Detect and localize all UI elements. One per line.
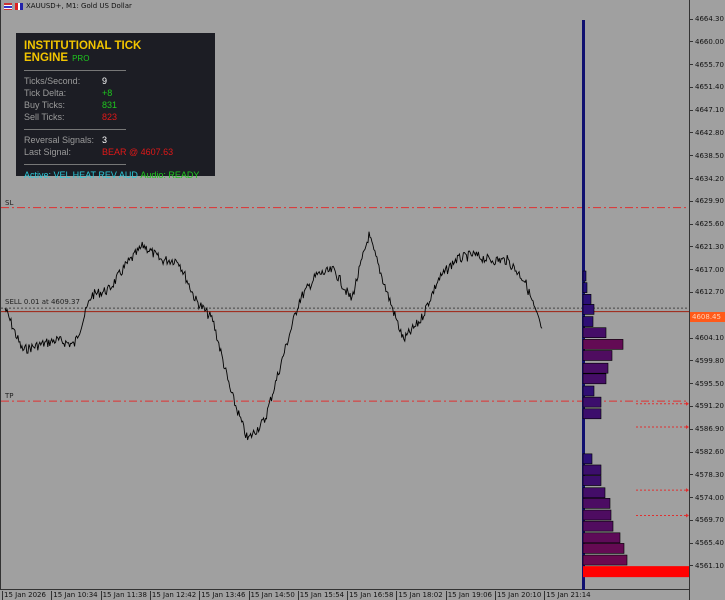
price-tick: 4660.00 — [690, 38, 724, 46]
price-tick: 4565.40 — [690, 539, 724, 547]
volume-bar — [582, 487, 606, 499]
volume-bar — [582, 385, 595, 397]
volume-bar — [582, 453, 593, 465]
volume-bar — [582, 362, 609, 374]
price-axis[interactable]: 4664.30 4660.00 4655.70 4651.40 4647.10 4642.… — [689, 0, 725, 600]
time-tick: 15 Jan 19:06 — [445, 591, 493, 600]
stat-label: Ticks/Second: — [24, 76, 81, 86]
price-tick: 4647.10 — [690, 106, 724, 114]
volume-bar — [582, 475, 602, 486]
price-tick: 4612.70 — [690, 288, 724, 296]
reversal-signals-value: 3 — [102, 135, 108, 145]
sl-label: SL — [5, 198, 14, 207]
time-tick: 15 Jan 16:58 — [347, 591, 394, 600]
volume-bar — [582, 408, 602, 420]
stat-label: Sell Ticks: — [24, 112, 65, 122]
volume-bar — [582, 304, 595, 315]
time-tick: 15 Jan 21:14 — [544, 591, 591, 600]
divider — [24, 129, 126, 130]
tick-delta-value: +8 — [102, 88, 113, 98]
price-tick: 4664.30 — [690, 15, 724, 23]
price-tick: 4651.40 — [690, 83, 724, 91]
volume-bar — [582, 282, 588, 293]
price-tick: 4591.20 — [690, 402, 724, 410]
volume-bar — [582, 373, 607, 385]
chart-list-icon[interactable] — [4, 2, 12, 10]
price-tick: 4582.60 — [690, 448, 724, 456]
divider — [24, 164, 126, 165]
time-tick: 15 Jan 10:34 — [51, 591, 98, 600]
price-tick: 4604.10 — [690, 334, 724, 342]
active-modules: Active: VEL HEAT REV AUD — [24, 170, 138, 180]
price-tick: 4621.30 — [690, 243, 724, 251]
time-tick: 15 Jan 13:46 — [199, 591, 246, 600]
volume-bar — [582, 270, 587, 282]
time-tick: 15 Jan 18:02 — [396, 591, 443, 600]
volume-bar — [582, 316, 594, 327]
stat-row: Last Signal: BEAR @ 4607.63 — [24, 146, 207, 158]
time-tick: 15 Jan 2026 — [2, 591, 46, 600]
order-label[interactable]: SELL 0.01 at 4609.37 — [5, 298, 80, 306]
pro-badge: PRO — [72, 54, 90, 63]
volume-bar — [582, 532, 621, 544]
time-tick: 15 Jan 12:42 — [149, 591, 197, 600]
chart-type-icon[interactable] — [15, 2, 23, 10]
time-axis[interactable]: 15 Jan 2026 15 Jan 10:34 15 Jan 11:38 15 Ja… — [0, 590, 689, 600]
price-tick: 4642.80 — [690, 129, 724, 137]
time-tick: 15 Jan 20:10 — [495, 591, 542, 600]
ticks-per-second-value: 9 — [102, 76, 108, 86]
stat-row: Ticks/Second: 9 — [24, 75, 207, 87]
price-tick: 4638.50 — [690, 152, 724, 160]
volume-bar — [582, 350, 613, 361]
price-tick: 4586.90 — [690, 425, 724, 433]
current-price-label: 4608.45 — [690, 312, 725, 322]
volume-bar — [582, 543, 625, 554]
volume-bar — [582, 396, 602, 408]
time-tick: 15 Jan 11:38 — [100, 591, 147, 600]
chart-title-bar: XAUUSD+, M1: Gold US Dollar — [4, 2, 132, 10]
price-tick: 4578.30 — [690, 471, 724, 479]
time-tick: 15 Jan 14:50 — [248, 591, 295, 600]
price-tick: 4561.10 — [690, 562, 724, 570]
price-tick: 4655.70 — [690, 61, 724, 69]
stat-row: Tick Delta: +8 — [24, 87, 207, 99]
volume-bar — [582, 520, 614, 532]
price-line — [4, 231, 543, 441]
stat-row: Buy Ticks: 831 — [24, 99, 207, 111]
price-tick: 4599.80 — [690, 357, 724, 365]
tick-engine-panel: INSTITUTIONAL TICK ENGINE PRO Ticks/Secon… — [16, 33, 215, 180]
price-tick: 4574.00 — [690, 494, 724, 502]
stat-label: Last Signal: — [24, 147, 72, 157]
volume-bar — [582, 509, 612, 521]
stat-label: Reversal Signals: — [24, 135, 95, 145]
stat-label: Buy Ticks: — [24, 100, 66, 110]
price-tick: 4629.90 — [690, 197, 724, 205]
price-tick: 4595.50 — [690, 380, 724, 388]
price-tick: 4625.60 — [690, 220, 724, 228]
price-tick: 4634.20 — [690, 175, 724, 183]
tp-label: TP — [5, 392, 14, 401]
volume-bar — [582, 294, 592, 305]
price-tick: 4569.70 — [690, 516, 724, 524]
stat-label: Tick Delta: — [24, 88, 67, 98]
window-title: XAUUSD+, M1: Gold US Dollar — [26, 2, 132, 10]
volume-bar — [582, 327, 607, 339]
price-tick: 4617.00 — [690, 266, 724, 274]
stat-row: Sell Ticks: 823 — [24, 111, 207, 123]
sell-ticks-value: 823 — [102, 112, 118, 122]
time-tick: 15 Jan 15:54 — [297, 591, 345, 600]
volume-bar — [582, 464, 602, 476]
divider — [24, 70, 126, 71]
volume-bar-max — [583, 566, 689, 578]
audio-status: Audio: READY — [140, 170, 200, 180]
buy-ticks-value: 831 — [102, 100, 118, 110]
last-signal-value: BEAR @ 4607.63 — [102, 147, 174, 157]
volume-bar — [582, 498, 611, 509]
stat-row: Reversal Signals: 3 — [24, 134, 207, 146]
volume-bar — [582, 554, 628, 566]
volume-bar — [582, 339, 624, 350]
